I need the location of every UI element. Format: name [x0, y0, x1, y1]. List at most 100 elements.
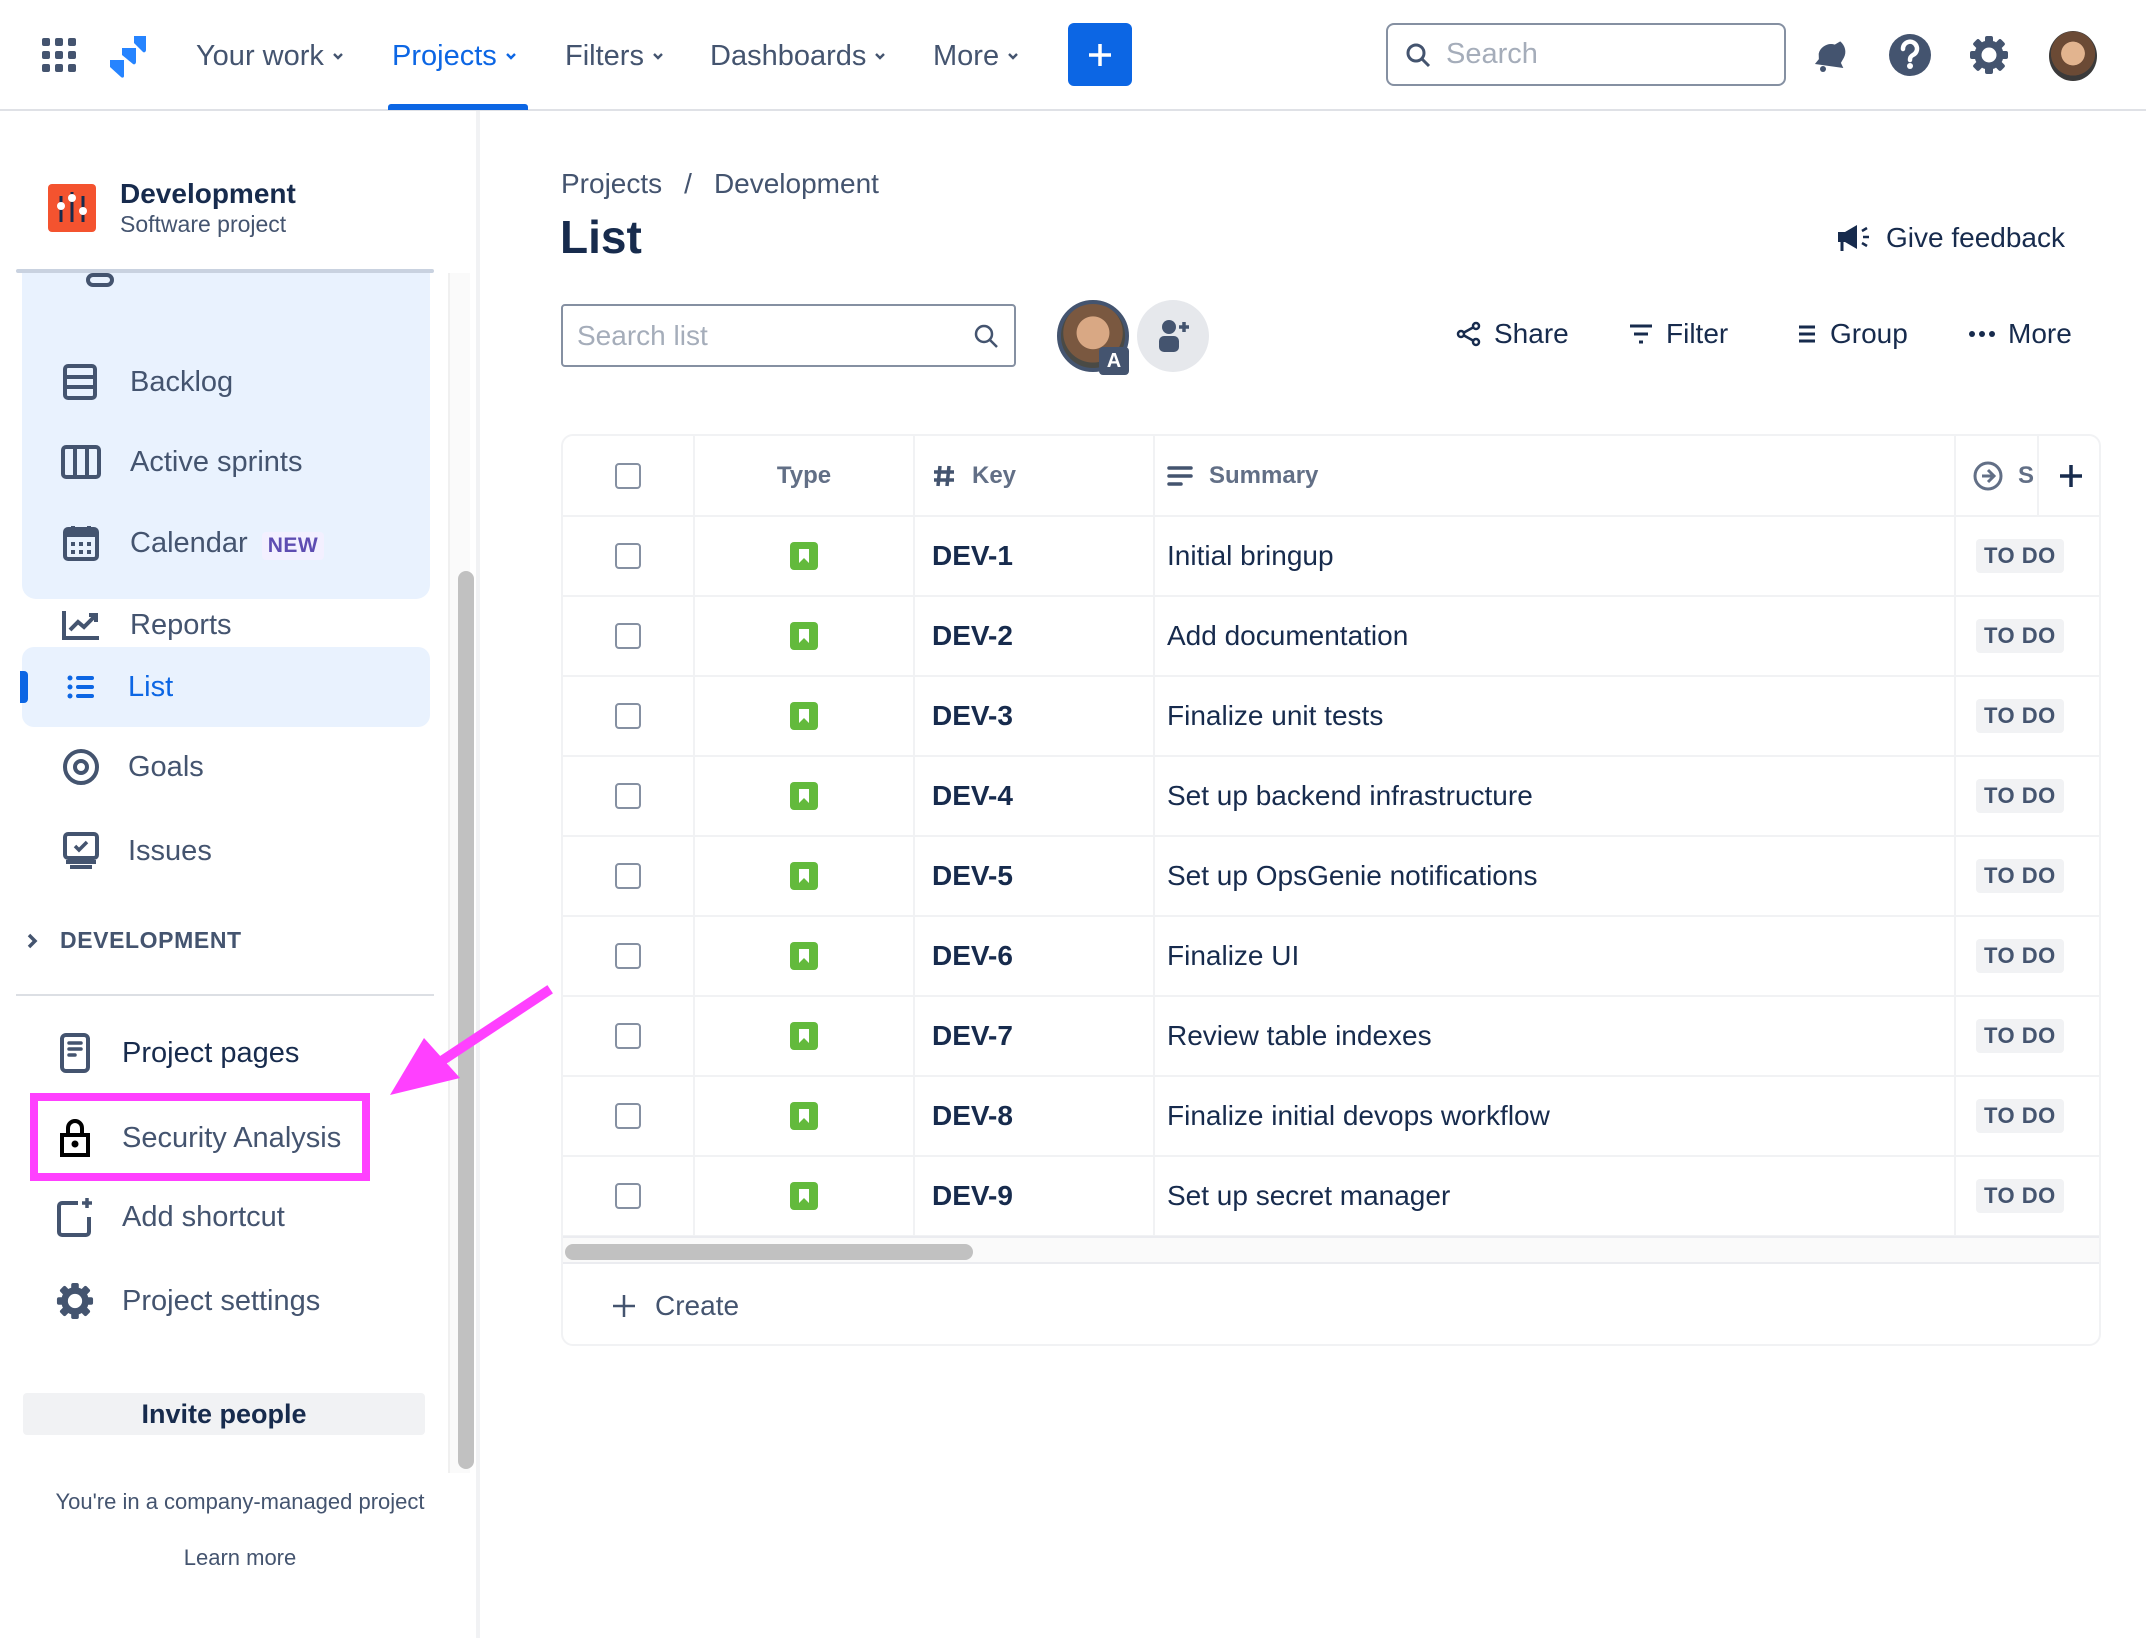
row-checkbox[interactable]	[615, 543, 641, 569]
settings-button[interactable]	[1966, 32, 2012, 78]
table-row[interactable]: DEV-9 Set up secret manager TO DO	[563, 1157, 2099, 1237]
table-row[interactable]: DEV-8 Finalize initial devops workflow T…	[563, 1077, 2099, 1157]
status-badge[interactable]: TO DO	[1976, 779, 2064, 813]
table-horizontal-scrollbar[interactable]	[563, 1236, 2099, 1264]
header-status[interactable]: S	[1956, 436, 2039, 515]
status-badge[interactable]: TO DO	[1976, 1179, 2064, 1213]
table-row[interactable]: DEV-6 Finalize UI TO DO	[563, 917, 2099, 997]
row-summary-cell[interactable]: Finalize unit tests	[1155, 677, 1956, 755]
sidebar-item-list[interactable]: List	[20, 647, 430, 727]
status-badge[interactable]: TO DO	[1976, 539, 2064, 573]
table-row[interactable]: DEV-3 Finalize unit tests TO DO	[563, 677, 2099, 757]
select-all-checkbox[interactable]	[615, 462, 641, 489]
more-actions-button[interactable]: More	[1968, 318, 2072, 350]
nav-your-work[interactable]: Your work	[196, 36, 344, 76]
global-create-button[interactable]	[1068, 23, 1132, 86]
issue-key-link[interactable]: DEV-6	[932, 940, 1013, 972]
sidebar-item-goals[interactable]: Goals	[22, 727, 430, 807]
story-icon	[790, 1102, 818, 1130]
issue-key-link[interactable]: DEV-5	[932, 860, 1013, 892]
issue-key-link[interactable]: DEV-2	[932, 620, 1013, 652]
row-checkbox[interactable]	[615, 943, 641, 969]
nav-filters[interactable]: Filters	[565, 36, 664, 76]
filter-button[interactable]: Filter	[1628, 318, 1728, 350]
jira-logo-icon[interactable]	[106, 34, 148, 78]
row-checkbox[interactable]	[615, 1023, 641, 1049]
invite-people-button[interactable]: Invite people	[23, 1393, 425, 1435]
row-summary-cell[interactable]: Finalize UI	[1155, 917, 1956, 995]
app-switcher-icon[interactable]	[42, 38, 76, 72]
breadcrumb-projects[interactable]: Projects	[561, 168, 662, 200]
issue-summary: Set up backend infrastructure	[1167, 780, 1533, 811]
sidebar-item-backlog[interactable]: Backlog	[22, 342, 430, 422]
row-summary-cell[interactable]: Add documentation	[1155, 597, 1956, 675]
header-key[interactable]: Key	[915, 436, 1155, 515]
sidebar-scrollbar-thumb[interactable]	[458, 571, 474, 1469]
sidebar-item-project-settings[interactable]: Project settings	[22, 1261, 430, 1341]
row-summary-cell[interactable]: Set up OpsGenie notifications	[1155, 837, 1956, 915]
row-select-cell	[563, 917, 695, 995]
row-checkbox[interactable]	[615, 1103, 641, 1129]
status-icon	[1973, 461, 2003, 490]
issue-summary: Set up secret manager	[1167, 1180, 1451, 1211]
global-search[interactable]	[1386, 23, 1786, 86]
row-summary-cell[interactable]: Set up backend infrastructure	[1155, 757, 1956, 835]
status-badge[interactable]: TO DO	[1976, 699, 2064, 733]
horizontal-scrollbar-thumb[interactable]	[565, 1244, 973, 1260]
share-button[interactable]: Share	[1456, 318, 1569, 350]
table-row[interactable]: DEV-2 Add documentation TO DO	[563, 597, 2099, 677]
search-list-input[interactable]	[577, 319, 972, 352]
issue-key-link[interactable]: DEV-8	[932, 1100, 1013, 1132]
table-row[interactable]: DEV-7 Review table indexes TO DO	[563, 997, 2099, 1077]
nav-more[interactable]: More	[933, 36, 1019, 76]
nav-dashboards[interactable]: Dashboards	[710, 36, 886, 76]
give-feedback-button[interactable]: Give feedback	[1836, 222, 2065, 254]
header-summary[interactable]: Summary	[1155, 436, 1956, 515]
sidebar-item-security-analysis[interactable]: Security Analysis	[22, 1098, 430, 1178]
sidebar-item-add-shortcut[interactable]: Add shortcut	[22, 1177, 430, 1257]
search-list[interactable]	[561, 304, 1016, 367]
sidebar-item-issues[interactable]: Issues	[22, 811, 430, 891]
table-row[interactable]: DEV-1 Initial bringup TO DO	[563, 517, 2099, 597]
help-button[interactable]	[1887, 32, 1933, 78]
status-badge[interactable]: TO DO	[1976, 859, 2064, 893]
row-key-cell: DEV-9	[915, 1157, 1155, 1235]
breadcrumb-development[interactable]: Development	[714, 168, 879, 200]
row-summary-cell[interactable]: Finalize initial devops workflow	[1155, 1077, 1956, 1155]
project-header[interactable]: Development Software project	[48, 178, 296, 238]
issue-key-link[interactable]: DEV-4	[932, 780, 1013, 812]
add-column-button[interactable]	[2039, 436, 2099, 515]
table-row[interactable]: DEV-5 Set up OpsGenie notifications TO D…	[563, 837, 2099, 917]
sidebar-item-active-sprints[interactable]: Active sprints	[22, 422, 430, 502]
header-type[interactable]: Type	[695, 436, 915, 515]
user-avatar[interactable]	[2049, 31, 2097, 81]
section-development[interactable]: DEVELOPMENT	[22, 927, 242, 954]
sidebar-item-calendar[interactable]: Calendar NEW	[22, 503, 430, 583]
sidebar-item-project-pages[interactable]: Project pages	[22, 1013, 430, 1093]
row-summary-cell[interactable]: Initial bringup	[1155, 517, 1956, 595]
learn-more-link[interactable]: Learn more	[0, 1545, 480, 1571]
issue-key-link[interactable]: DEV-3	[932, 700, 1013, 732]
nav-projects[interactable]: Projects	[392, 36, 517, 76]
issue-key-link[interactable]: DEV-7	[932, 1020, 1013, 1052]
status-badge[interactable]: TO DO	[1976, 619, 2064, 653]
global-search-input[interactable]	[1446, 38, 1746, 71]
table-row[interactable]: DEV-4 Set up backend infrastructure TO D…	[563, 757, 2099, 837]
status-badge[interactable]: TO DO	[1976, 939, 2064, 973]
row-summary-cell[interactable]: Review table indexes	[1155, 997, 1956, 1075]
create-issue-button[interactable]: Create	[563, 1264, 2099, 1344]
row-checkbox[interactable]	[615, 703, 641, 729]
notifications-button[interactable]	[1808, 32, 1854, 78]
group-button[interactable]: Group	[1796, 318, 1908, 350]
row-checkbox[interactable]	[615, 1183, 641, 1209]
status-badge[interactable]: TO DO	[1976, 1099, 2064, 1133]
issue-key-link[interactable]: DEV-9	[932, 1180, 1013, 1212]
row-select-cell	[563, 1077, 695, 1155]
row-checkbox[interactable]	[615, 623, 641, 649]
status-badge[interactable]: TO DO	[1976, 1019, 2064, 1053]
row-checkbox[interactable]	[615, 863, 641, 889]
row-summary-cell[interactable]: Set up secret manager	[1155, 1157, 1956, 1235]
add-people-button[interactable]	[1137, 300, 1209, 372]
row-checkbox[interactable]	[615, 783, 641, 809]
issue-key-link[interactable]: DEV-1	[932, 540, 1013, 572]
